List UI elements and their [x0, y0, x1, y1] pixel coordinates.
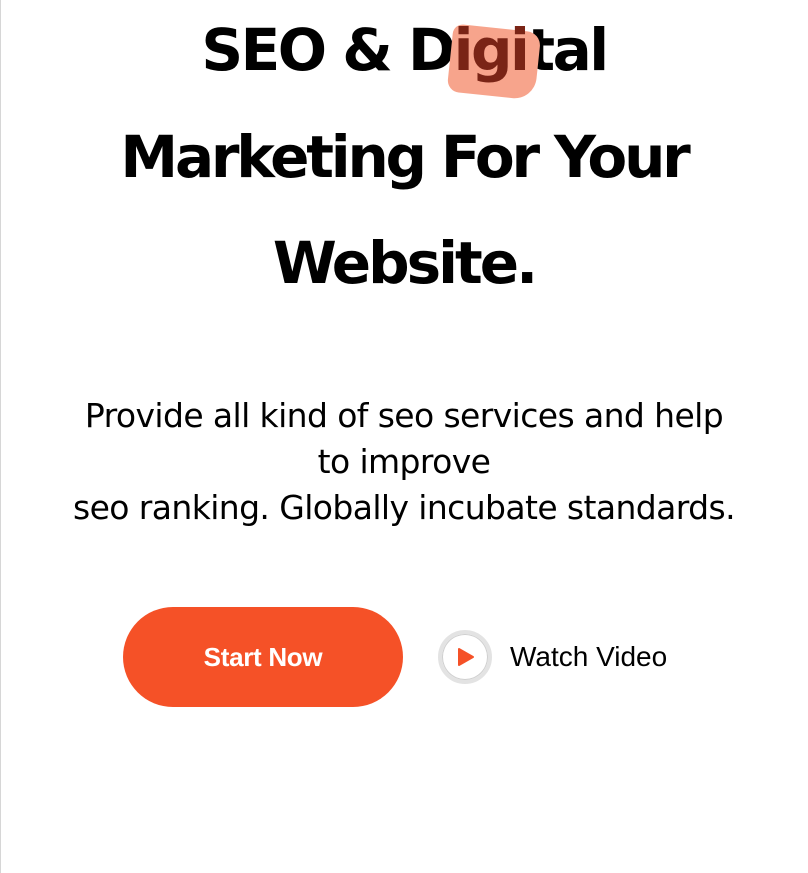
title-highlight-text: igi	[453, 16, 530, 84]
hero-section: SEO & Digital Marketing For Your Website…	[0, 0, 808, 873]
hero-subtitle-line-1: Provide all kind of seo services and hel…	[84, 396, 724, 435]
hero-title-line-2: Marketing For Your	[120, 123, 690, 191]
hero-title-line-3: Website.	[272, 229, 538, 297]
watch-video-label: Watch Video	[510, 641, 668, 672]
hero-subtitle: Provide all kind of seo services and hel…	[0, 393, 808, 531]
hero-subtitle-line-3: seo ranking. Globally incubate standards…	[73, 488, 736, 527]
watch-video-link[interactable]: Watch Video	[438, 626, 667, 688]
title-highlight: igi	[446, 15, 541, 101]
play-icon	[458, 648, 474, 666]
start-now-button[interactable]: Start Now	[123, 607, 403, 707]
play-button[interactable]	[438, 630, 492, 684]
title-prefix: SEO & D	[201, 16, 456, 84]
hero-title-line-1: SEO & Digital	[0, 15, 808, 101]
hero-subtitle-line-2: to improve	[317, 442, 491, 481]
